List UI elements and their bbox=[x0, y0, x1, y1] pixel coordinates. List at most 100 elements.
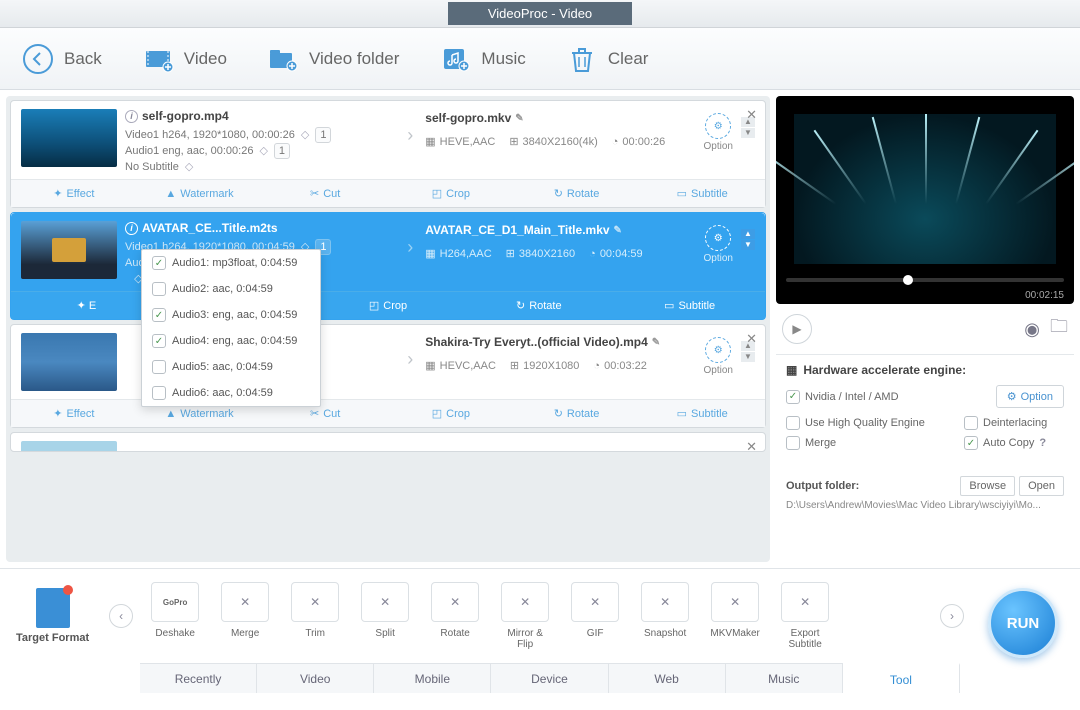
tab-video[interactable]: Video bbox=[257, 664, 374, 693]
tool-trim[interactable]: ✕Trim bbox=[283, 582, 347, 650]
clear-button[interactable]: Clear bbox=[566, 43, 649, 75]
tab-mobile[interactable]: Mobile bbox=[374, 664, 491, 693]
audio-track-item[interactable]: Audio4: eng, aac, 0:04:59 bbox=[142, 328, 320, 354]
audio-track-item[interactable]: Audio5: aac, 0:04:59 bbox=[142, 354, 320, 380]
tool-snapshot[interactable]: ✕Snapshot bbox=[633, 582, 697, 650]
edit-icon[interactable]: ✎ bbox=[614, 225, 622, 236]
subtitle-button[interactable]: ▭ Subtitle bbox=[639, 400, 765, 427]
back-button[interactable]: Back bbox=[22, 43, 102, 75]
rotate-button[interactable]: ↻ Rotate bbox=[514, 400, 640, 427]
tool-icon: ✕ bbox=[431, 582, 479, 622]
arrow-icon: › bbox=[403, 333, 417, 395]
open-button[interactable]: Open bbox=[1019, 476, 1064, 496]
play-button[interactable]: ▶ bbox=[782, 314, 812, 344]
tab-recently[interactable]: Recently bbox=[140, 664, 257, 693]
effect-button[interactable]: ✦ E bbox=[11, 292, 162, 319]
hq-checkbox[interactable] bbox=[786, 416, 800, 430]
crop-button[interactable]: ◰ Crop bbox=[388, 400, 514, 427]
audio-track-item[interactable]: Audio1: mp3float, 0:04:59 bbox=[142, 250, 320, 276]
file-card[interactable]: ✕ iself-gopro.mp4 Video1 h264, 1920*1080… bbox=[10, 100, 766, 208]
gear-icon[interactable]: ⚙ bbox=[705, 337, 731, 363]
crop-button[interactable]: ◰ Crop bbox=[388, 180, 514, 207]
audio-track-item[interactable]: Audio3: eng, aac, 0:04:59 bbox=[142, 302, 320, 328]
duration-badge: ◔ 00:00:26 bbox=[612, 136, 665, 148]
checkbox[interactable] bbox=[152, 360, 166, 374]
checkbox[interactable] bbox=[152, 308, 166, 322]
tool-rotate[interactable]: ✕Rotate bbox=[423, 582, 487, 650]
cut-button[interactable]: ✂ Cut bbox=[262, 180, 388, 207]
run-button[interactable]: RUN bbox=[988, 588, 1058, 658]
tab-music[interactable]: Music bbox=[726, 664, 843, 693]
edit-icon[interactable]: ✎ bbox=[652, 337, 660, 348]
hw-option-button[interactable]: ⚙Option bbox=[996, 385, 1064, 408]
toolbar: Back Video Video folder Music Clear bbox=[0, 28, 1080, 90]
checkbox[interactable] bbox=[152, 386, 166, 400]
close-icon[interactable]: ✕ bbox=[746, 107, 757, 123]
target-format[interactable]: Target Format bbox=[16, 588, 89, 644]
scroll-right-button[interactable]: › bbox=[940, 604, 964, 628]
video-preview[interactable]: 00:02:15 bbox=[776, 96, 1074, 304]
edit-icon[interactable]: ✎ bbox=[515, 113, 523, 124]
file-list: ✕ iself-gopro.mp4 Video1 h264, 1920*1080… bbox=[6, 96, 770, 562]
tool-exportsubtitle[interactable]: ✕ExportSubtitle bbox=[773, 582, 837, 650]
gear-icon[interactable]: ⚙ bbox=[705, 225, 731, 251]
tab-tool[interactable]: Tool bbox=[843, 663, 960, 693]
file-card[interactable]: ✕ bbox=[10, 432, 766, 452]
file-card[interactable]: ✕ spacer text for align◇1 spacer text fo… bbox=[10, 324, 766, 428]
folder-icon[interactable]: 🗀 bbox=[1050, 314, 1068, 344]
thumbnail bbox=[21, 221, 117, 279]
output-folder-label: Output folder: bbox=[786, 480, 859, 492]
add-music-button[interactable]: Music bbox=[439, 43, 525, 75]
audio-track-item[interactable]: Audio6: aac, 0:04:59 bbox=[142, 380, 320, 406]
info-icon[interactable]: i bbox=[125, 110, 138, 123]
snapshot-icon[interactable]: ◉ bbox=[1024, 319, 1040, 340]
titlebar: VideoProc - Video bbox=[0, 0, 1080, 28]
thumbnail bbox=[21, 333, 117, 391]
autocopy-checkbox[interactable] bbox=[964, 436, 978, 450]
subtitle-button[interactable]: ▭ Subtitle bbox=[639, 180, 765, 207]
effect-button[interactable]: ✦ Effect bbox=[11, 180, 137, 207]
audio-track-item[interactable]: Audio2: aac, 0:04:59 bbox=[142, 276, 320, 302]
browse-button[interactable]: Browse bbox=[960, 476, 1015, 496]
scroll-left-button[interactable]: ‹ bbox=[109, 604, 133, 628]
merge-checkbox[interactable] bbox=[786, 436, 800, 450]
checkbox[interactable] bbox=[152, 256, 166, 270]
effect-button[interactable]: ✦ Effect bbox=[11, 400, 137, 427]
tool-merge[interactable]: ✕Merge bbox=[213, 582, 277, 650]
tool-icon: ✕ bbox=[571, 582, 619, 622]
checkbox[interactable] bbox=[152, 282, 166, 296]
tab-web[interactable]: Web bbox=[609, 664, 726, 693]
tool-icon: GoPro bbox=[151, 582, 199, 622]
window-title: VideoProc - Video bbox=[448, 2, 632, 25]
file-card-selected[interactable]: iAVATAR_CE...Title.m2ts Video1 h264, 192… bbox=[10, 212, 766, 320]
add-video-button[interactable]: Video bbox=[142, 43, 227, 75]
close-icon[interactable]: ✕ bbox=[746, 439, 757, 452]
close-icon[interactable]: ✕ bbox=[746, 331, 757, 347]
hw-accel-title: ▦ Hardware accelerate engine: bbox=[786, 363, 1064, 377]
arrow-icon: › bbox=[403, 221, 417, 287]
tool-split[interactable]: ✕Split bbox=[353, 582, 417, 650]
tool-icon: ✕ bbox=[781, 582, 829, 622]
deint-checkbox[interactable] bbox=[964, 416, 978, 430]
tab-device[interactable]: Device bbox=[491, 664, 608, 693]
hw-checkbox[interactable] bbox=[786, 390, 800, 404]
info-icon[interactable]: i bbox=[125, 222, 138, 235]
checkbox[interactable] bbox=[152, 334, 166, 348]
add-folder-button[interactable]: Video folder bbox=[267, 43, 399, 75]
tool-deshake[interactable]: GoProDeshake bbox=[143, 582, 207, 650]
audio-track-popup[interactable]: Audio1: mp3float, 0:04:59Audio2: aac, 0:… bbox=[141, 249, 321, 407]
reorder-stepper[interactable]: ▲▼ bbox=[741, 221, 755, 287]
tool-icon: ✕ bbox=[361, 582, 409, 622]
rotate-button[interactable]: ↻ Rotate bbox=[514, 180, 640, 207]
tool-gif[interactable]: ✕GIF bbox=[563, 582, 627, 650]
tool-mirrorflip[interactable]: ✕Mirror &Flip bbox=[493, 582, 557, 650]
trash-icon bbox=[566, 43, 598, 75]
tool-mkvmaker[interactable]: ✕MKVMaker bbox=[703, 582, 767, 650]
subtitle-button[interactable]: ▭ Subtitle bbox=[614, 292, 765, 319]
gear-icon[interactable]: ⚙ bbox=[705, 113, 731, 139]
watermark-button[interactable]: ▲ Watermark bbox=[137, 180, 263, 207]
seek-bar[interactable] bbox=[786, 278, 1064, 282]
rotate-button[interactable]: ↻ Rotate bbox=[463, 292, 614, 319]
video-icon bbox=[142, 43, 174, 75]
crop-button[interactable]: ◰ Crop bbox=[313, 292, 464, 319]
